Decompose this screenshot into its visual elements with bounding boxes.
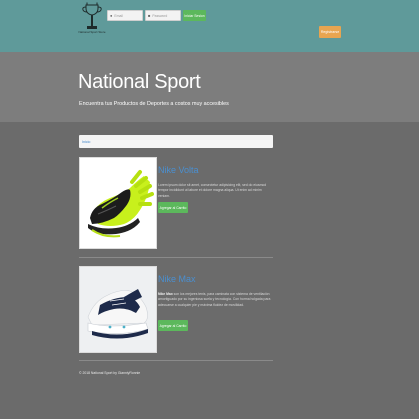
page-title: National Sport — [78, 71, 201, 93]
product-card: Nike Max Nike Max son los mejores tenis,… — [79, 266, 273, 353]
product-image[interactable] — [79, 266, 157, 353]
page-subtitle: Encuentra tus Productos de Deportes a co… — [79, 101, 229, 107]
product-name[interactable]: Nike Max — [158, 274, 196, 284]
email-placeholder: Email — [114, 13, 123, 18]
password-placeholder: Password — [152, 13, 168, 18]
product-description: Lorem ipsum dolor sit amet, consectetur … — [158, 183, 267, 198]
add-to-cart-button[interactable]: Agregar al Carrito — [158, 202, 188, 213]
top-navbar: National Sport Store ● Email ■ Password … — [0, 0, 419, 52]
logo-caption: National Sport Store — [78, 30, 106, 34]
product-card: Nike Volta Lorem ipsum dolor sit amet, c… — [79, 157, 273, 250]
user-icon: ● — [110, 13, 113, 18]
breadcrumb-home-link[interactable]: Inicio — [82, 140, 90, 144]
product-description-bold: Nike Max — [158, 292, 173, 296]
running-shoe-navy-white-icon — [80, 267, 156, 352]
product-divider — [79, 257, 273, 258]
footer-copyright: © 2018 National Sport by GianniyRonnie — [79, 371, 141, 375]
trophy-logo-icon — [82, 2, 102, 29]
login-button[interactable]: Iniciar Sesion — [183, 10, 206, 21]
password-input[interactable]: ■ Password — [145, 10, 181, 21]
footer-divider — [79, 360, 273, 361]
add-to-cart-button[interactable]: Agregar al Carrito — [158, 320, 188, 331]
product-description: Nike Max son los mejores tenis, para cam… — [158, 292, 273, 308]
product-description-text: son los mejores tenis, para caminata con… — [158, 292, 271, 307]
hero-banner: National Sport Encuentra tus Productos d… — [0, 52, 419, 122]
product-name[interactable]: Nike Volta — [158, 165, 199, 175]
product-image[interactable] — [79, 157, 157, 249]
lock-icon: ■ — [148, 13, 151, 18]
breadcrumb: Inicio — [79, 135, 273, 148]
email-input[interactable]: ● Email — [107, 10, 143, 21]
register-button[interactable]: Registrarse — [319, 26, 341, 38]
running-shoe-black-neon-icon — [80, 158, 156, 248]
